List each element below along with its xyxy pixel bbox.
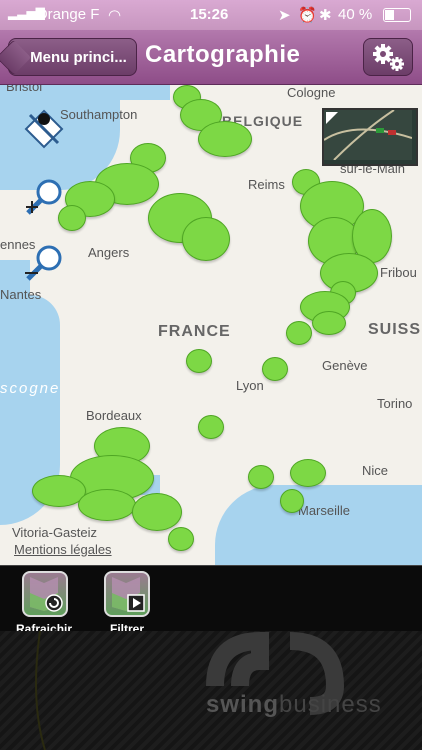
- filter-map-icon: [112, 577, 145, 612]
- status-bar: ▂▃▅▇ Orange F ◠ 15:26 ➤ ⏰ ✱ 40 %: [0, 0, 422, 30]
- place-label: Marseille: [298, 503, 351, 518]
- zoom-out-button[interactable]: [22, 243, 66, 287]
- site-marker[interactable]: [168, 527, 194, 551]
- battery-level: [385, 10, 394, 20]
- country-label: FRANCE: [158, 323, 231, 340]
- zoom-in-icon: [26, 179, 62, 215]
- alarm-icon: ⏰: [298, 7, 317, 24]
- site-marker[interactable]: [132, 493, 182, 531]
- site-marker[interactable]: [198, 415, 224, 439]
- place-label: scogne: [0, 380, 61, 397]
- refresh-map-icon: [30, 577, 63, 612]
- battery-label: 40 %: [338, 6, 373, 23]
- site-marker[interactable]: [182, 217, 230, 261]
- satellite-toggle-button[interactable]: [322, 108, 418, 166]
- filter-button[interactable]: [104, 571, 150, 617]
- zoom-out-icon: [25, 245, 62, 281]
- settings-button[interactable]: [363, 38, 413, 76]
- place-label: Angers: [88, 245, 130, 260]
- site-marker[interactable]: [290, 459, 326, 487]
- site-marker[interactable]: [186, 349, 212, 373]
- page-title: Cartographie: [145, 41, 301, 68]
- navigation-bar: Menu princi... Cartographie: [0, 30, 422, 85]
- bluetooth-icon: ✱: [319, 7, 332, 24]
- brand-word-swing: swing: [206, 691, 280, 718]
- map-view[interactable]: Bristol Southampton Cologne BELGIQUE Rei…: [0, 85, 422, 565]
- bottom-toolbar: Rafraichir Filtrer: [0, 565, 422, 636]
- gears-icon: [373, 44, 404, 71]
- place-label: Vitoria-Gasteiz: [12, 525, 98, 540]
- legal-link[interactable]: Mentions légales: [14, 542, 112, 557]
- place-label: Nice: [362, 463, 389, 478]
- satellite-thumbnail-icon: [323, 109, 413, 161]
- site-marker[interactable]: [286, 321, 312, 345]
- place-label: Nantes: [0, 287, 42, 302]
- brand-footer: swingbusiness: [0, 631, 422, 750]
- brand-wordmark: swingbusiness: [206, 691, 382, 719]
- place-label: Fribou: [380, 265, 417, 280]
- place-label: Lyon: [236, 378, 264, 393]
- site-marker[interactable]: [280, 489, 304, 513]
- back-button[interactable]: Menu princi...: [8, 38, 137, 76]
- location-icon: ➤: [278, 7, 291, 24]
- place-label: Genève: [322, 358, 368, 373]
- brand-word-business: business: [279, 691, 382, 718]
- compass-locate-icon: [24, 109, 64, 149]
- site-marker[interactable]: [262, 357, 288, 381]
- carrier: Orange F: [36, 6, 100, 23]
- zoom-in-button[interactable]: [22, 177, 66, 221]
- back-button-label: Menu princi...: [30, 49, 127, 66]
- refresh-button[interactable]: [22, 571, 68, 617]
- place-label: Southampton: [60, 107, 138, 122]
- country-label: SUISSE: [368, 321, 422, 338]
- wifi-icon: ◠: [108, 7, 122, 24]
- place-label: Bristol: [6, 85, 43, 94]
- place-label: Bordeaux: [86, 408, 142, 423]
- site-marker[interactable]: [78, 489, 136, 521]
- site-marker[interactable]: [198, 121, 252, 157]
- site-marker[interactable]: [312, 311, 346, 335]
- battery-icon: [383, 8, 411, 22]
- sea-mediterranean: [215, 485, 422, 565]
- clock: 15:26: [190, 6, 229, 23]
- place-label: Torino: [377, 396, 413, 411]
- site-marker[interactable]: [248, 465, 274, 489]
- place-label: Cologne: [287, 85, 336, 100]
- locate-button[interactable]: [22, 107, 66, 151]
- place-label: Reims: [248, 177, 285, 192]
